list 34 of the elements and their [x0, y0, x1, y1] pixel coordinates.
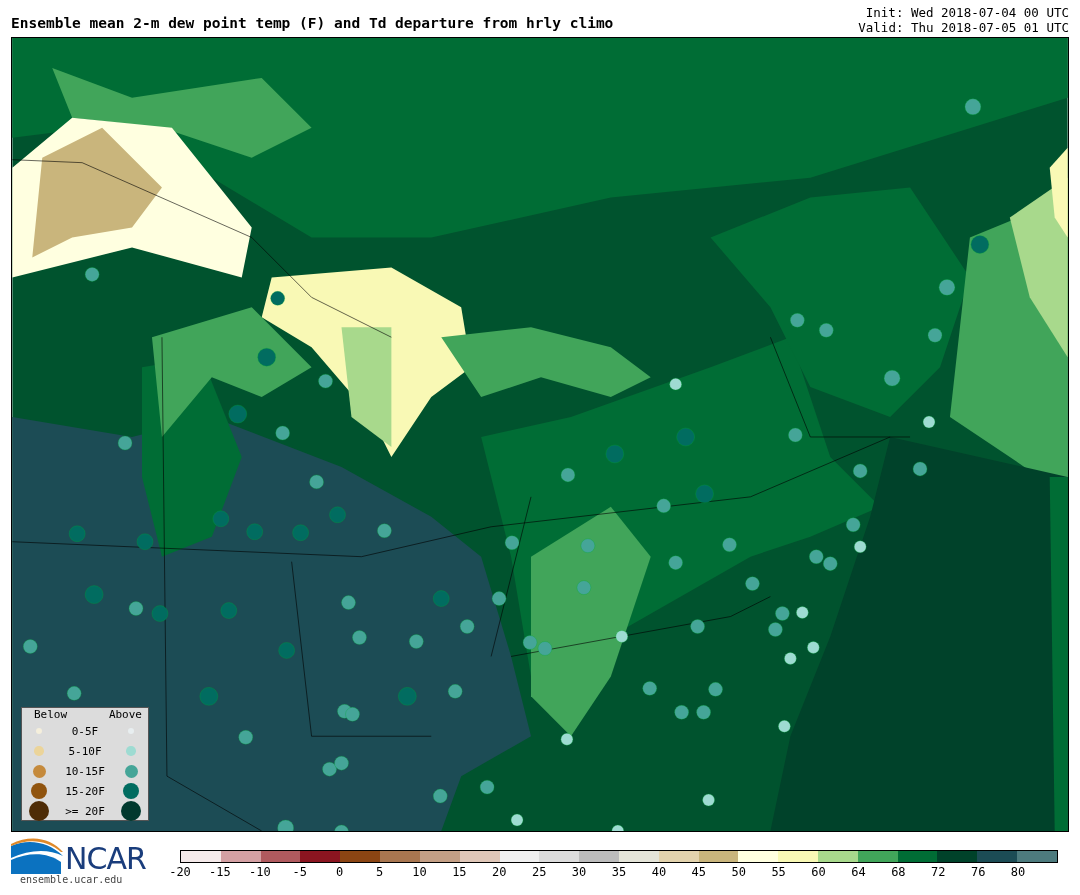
colorbar-tick-label: 68	[891, 865, 906, 879]
legend-header: Above	[108, 709, 142, 721]
colorbar-tick-label: 72	[931, 865, 946, 879]
logo-text: NCAR	[65, 844, 146, 874]
website-url: ensemble.ucar.edu	[20, 874, 124, 885]
colorbar-tick-label: 5	[375, 865, 384, 879]
chart-title: Ensemble mean 2-m dew point temp (F) and Td departure from hrly climo	[11, 15, 614, 31]
colorbar-tick-label: 35	[611, 865, 627, 879]
colorbar-tick-label: -15	[209, 865, 231, 879]
colorbar-tick-label: 40	[651, 865, 667, 879]
colorbar-tick-label: 30	[571, 865, 587, 879]
colorbar-tick-label: 15	[452, 865, 467, 879]
colorbar-tick-label: 50	[731, 865, 746, 879]
colorbar-tick-label: 76	[970, 865, 986, 879]
legend-header: Below	[34, 709, 68, 721]
init-time: Init: Wed 2018-07-04 00 UTC	[865, 5, 1069, 20]
colorbar-tick-label: -20	[169, 865, 191, 879]
valid-time: Valid: Thu 2018-07-05 01 UTC	[858, 20, 1069, 35]
legend-label: 10-15F	[64, 764, 106, 778]
colorbar-tick-label: 0	[336, 865, 344, 879]
legend-label: 0-5F	[70, 724, 100, 738]
colorbar-tick-label: 45	[691, 865, 707, 879]
colorbar-tick-label: 25	[531, 865, 547, 879]
colorbar-tick-label: 64	[851, 865, 866, 879]
colorbar-tick-label: 10	[412, 865, 427, 879]
legend-label: 5-10F	[67, 744, 103, 758]
colorbar-tick-label: 80	[1010, 865, 1026, 879]
colorbar-tick-label: 60	[811, 865, 826, 879]
legend-label: 15-20F	[64, 784, 106, 798]
colorbar-tick-label: 55	[771, 865, 786, 879]
legend-label: >= 20F	[64, 804, 106, 818]
colorbar-tick-label: -10	[248, 865, 271, 879]
colorbar-tick-label: 20	[492, 865, 507, 879]
colorbar-tick-label: -5	[292, 865, 307, 879]
